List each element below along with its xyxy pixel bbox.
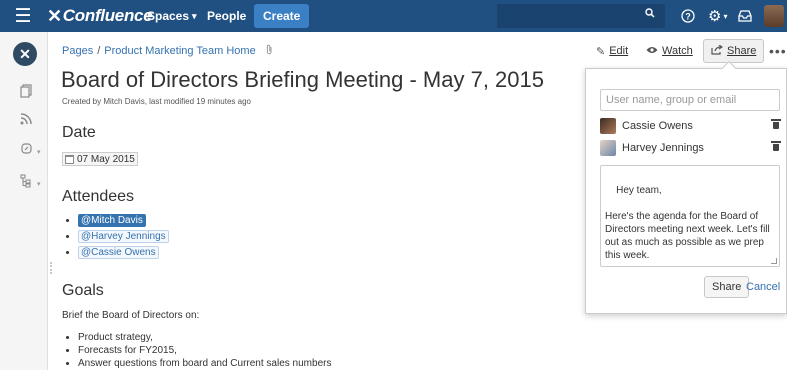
share-dialog: User name, group or email Cassie Owens H… (585, 60, 787, 314)
cancel-link[interactable]: Cancel (746, 276, 780, 298)
avatar (600, 118, 616, 134)
create-button[interactable]: Create (254, 4, 310, 28)
eye-icon (646, 45, 658, 57)
svg-text:?: ? (685, 12, 691, 22)
top-navigation-bar: ☰ ✕ Confluence Spaces ▾ People Create ? … (0, 0, 787, 32)
trash-icon[interactable] (771, 141, 781, 151)
share-recipient: Harvey Jennings (600, 139, 781, 157)
share-message-textarea[interactable]: Hey team, Here's the agenda for the Boar… (600, 165, 780, 267)
page-title: Board of Directors Briefing Meeting - Ma… (61, 67, 545, 92)
chevron-down-icon[interactable]: ▾ (37, 180, 41, 188)
chevron-down-icon: ▾ (723, 11, 728, 21)
date-heading: Date (62, 124, 96, 141)
hamburger-icon[interactable]: ☰ (0, 0, 46, 32)
goals-intro: Brief the Board of Directors on: (62, 310, 200, 321)
spaces-menu-label: Spaces (147, 9, 190, 23)
share-recipient: Cassie Owens (600, 117, 781, 135)
watch-button[interactable]: Watch (646, 40, 693, 62)
people-link-label: People (207, 9, 247, 23)
pages-icon[interactable] (20, 84, 32, 101)
list-item: @Cassie Owens (78, 246, 169, 259)
calendar-icon (65, 154, 74, 164)
user-mention[interactable]: @Mitch Davis (78, 214, 146, 227)
people-link[interactable]: People (207, 0, 246, 32)
breadcrumb-separator: / (97, 45, 101, 57)
date-lozenge[interactable]: 07 May 2015 (62, 152, 138, 166)
edit-label: Edit (609, 45, 629, 57)
list-item: @Harvey Jennings (78, 230, 169, 243)
pencil-icon: ✎ (596, 45, 606, 58)
attendees-list: @Mitch Davis @Harvey Jennings @Cassie Ow… (78, 214, 169, 262)
share-button[interactable]: Share (703, 39, 765, 63)
list-item: Product strategy, (78, 331, 331, 344)
list-item: @Mitch Davis (78, 214, 169, 227)
space-shortcuts-icon[interactable] (20, 142, 33, 158)
list-item: Answer questions from board and Current … (78, 357, 331, 370)
page-byline: Created by Mitch Davis, last modified 19… (62, 97, 251, 106)
recipient-name: Cassie Owens (622, 120, 693, 132)
blog-feed-icon[interactable] (20, 112, 32, 128)
list-item: Forecasts for FY2015, (78, 344, 331, 357)
user-mention[interactable]: @Harvey Jennings (78, 230, 169, 243)
confluence-logo-icon: ✕ (47, 5, 62, 26)
date-value: 07 May 2015 (77, 153, 135, 165)
paperclip-icon[interactable] (266, 44, 273, 58)
share-icon (711, 44, 724, 58)
space-logo-icon[interactable]: ✕ (13, 42, 37, 66)
chevron-down-icon: ▾ (192, 10, 197, 21)
more-actions-icon[interactable]: ••• (769, 40, 787, 62)
trash-icon[interactable] (771, 119, 781, 129)
search-input[interactable] (497, 4, 665, 28)
help-icon[interactable]: ? (681, 0, 695, 32)
sidebar-resize-handle[interactable] (50, 262, 52, 274)
confluence-logo-text: Confluence (62, 6, 153, 25)
notification-icon[interactable] (738, 0, 752, 32)
watch-label: Watch (662, 45, 693, 57)
share-label: Share (727, 45, 757, 57)
avatar (600, 140, 616, 156)
share-message-text: Hey team, Here's the agenda for the Boar… (605, 185, 770, 261)
share-submit-button[interactable]: Share (704, 276, 750, 298)
resize-grip-icon[interactable] (771, 258, 777, 264)
settings-menu[interactable]: ⚙ ▾ (708, 0, 727, 32)
dialog-pointer (721, 60, 737, 76)
goals-list: Product strategy, Forecasts for FY2015, … (78, 331, 331, 370)
chevron-down-icon[interactable]: ▾ (37, 148, 41, 156)
breadcrumb-pages-link[interactable]: Pages (62, 45, 93, 57)
spaces-menu[interactable]: Spaces ▾ (147, 0, 197, 32)
recipient-name: Harvey Jennings (622, 142, 704, 154)
space-sidebar: ✕ ▾ ▾ (0, 32, 48, 370)
user-avatar[interactable] (764, 5, 784, 27)
user-mention[interactable]: @Cassie Owens (78, 246, 159, 259)
share-recipient-input[interactable]: User name, group or email (600, 89, 780, 111)
breadcrumb-space-home-link[interactable]: Product Marketing Team Home (104, 45, 255, 57)
edit-button[interactable]: ✎ Edit (596, 40, 628, 62)
gear-icon: ⚙ (708, 8, 722, 25)
goals-heading: Goals (62, 282, 104, 299)
confluence-logo[interactable]: ✕ Confluence (47, 0, 153, 32)
attendees-heading: Attendees (62, 188, 135, 205)
page-tree-icon[interactable] (20, 174, 32, 191)
search-icon (645, 8, 655, 21)
breadcrumb: Pages / Product Marketing Team Home (62, 44, 273, 58)
